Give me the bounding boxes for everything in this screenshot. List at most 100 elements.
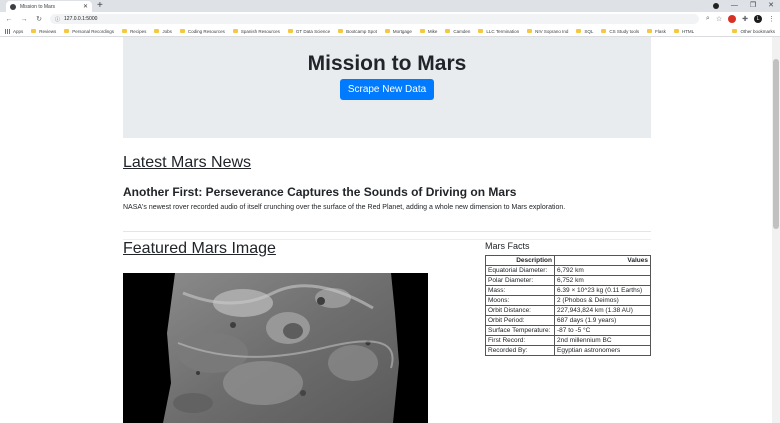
close-icon[interactable]: ✕ bbox=[83, 3, 88, 10]
folder-icon bbox=[384, 29, 390, 33]
folder-icon bbox=[527, 29, 533, 33]
table-row: First Record: 2nd millennium BC bbox=[485, 335, 651, 346]
table-header-row: Description Values bbox=[485, 255, 651, 266]
table-cell: Orbit Period: bbox=[485, 315, 555, 326]
table-cell: 2 (Phobos & Deimos) bbox=[554, 295, 651, 306]
table-cell: 227,943,824 km (1.38 AU) bbox=[554, 305, 651, 316]
folder-icon bbox=[647, 29, 653, 33]
table-cell: Surface Temperature: bbox=[485, 325, 555, 336]
extension-icon[interactable] bbox=[728, 15, 737, 23]
scrollbar-thumb[interactable] bbox=[773, 59, 779, 229]
folder-icon bbox=[64, 29, 70, 33]
table-cell: 2nd millennium BC bbox=[554, 335, 651, 346]
news-paragraph: NASA's newest rover recorded audio of it… bbox=[123, 204, 566, 211]
table-row: Mass: 6.39 × 10^23 kg (0.11 Earths) bbox=[485, 285, 651, 296]
bookmark-item[interactable]: Camden bbox=[445, 29, 470, 34]
column-header: Values bbox=[554, 255, 651, 266]
page-viewport: Mission to Mars Scrape New Data Latest M… bbox=[0, 37, 780, 423]
folder-icon bbox=[478, 29, 484, 33]
bookmark-label: Reviews bbox=[39, 28, 57, 34]
info-icon[interactable]: ⓘ bbox=[55, 16, 60, 23]
folder-icon bbox=[576, 29, 582, 33]
folder-icon bbox=[287, 29, 293, 33]
table-cell: Polar Diameter: bbox=[485, 275, 555, 286]
bookmark-label: Mike bbox=[427, 28, 438, 34]
page-title: Mission to Mars bbox=[307, 52, 467, 75]
bookmark-item[interactable]: Jobs bbox=[154, 29, 172, 34]
table-row: Orbit Distance: 227,943,824 km (1.38 AU) bbox=[485, 305, 651, 316]
browser-tab-strip: Mission to Mars ✕ + — ❐ ✕ bbox=[0, 0, 780, 12]
forward-icon[interactable]: → bbox=[20, 16, 28, 23]
facts-title: Mars Facts bbox=[485, 241, 530, 251]
globe-icon bbox=[10, 3, 16, 10]
menu-icon[interactable]: ⋮ bbox=[768, 15, 775, 23]
folder-icon bbox=[31, 29, 37, 33]
table-row: Surface Temperature: -87 to -5 °C bbox=[485, 325, 651, 336]
bookmark-label: Coding Resources bbox=[187, 28, 225, 34]
bookmark-item[interactable]: Recipes bbox=[122, 29, 146, 34]
bookmark-item[interactable]: CS Study tools bbox=[601, 29, 639, 34]
table-row: Orbit Period: 687 days (1.9 years) bbox=[485, 315, 651, 326]
table-cell: 6,792 km bbox=[554, 265, 651, 276]
bookmark-item[interactable]: Spanish Resources bbox=[232, 28, 280, 34]
column-header: Description bbox=[485, 255, 555, 266]
table-cell: First Record: bbox=[485, 335, 555, 346]
folder-icon bbox=[732, 29, 738, 33]
url-text: 127.0.0.1:5000 bbox=[64, 16, 98, 22]
browser-tab[interactable]: Mission to Mars ✕ bbox=[6, 1, 92, 12]
table-row: Equatorial Diameter: 6,792 km bbox=[485, 265, 651, 276]
jumbotron: Mission to Mars Scrape New Data bbox=[123, 37, 651, 138]
bookmark-item[interactable]: GT Data Science bbox=[287, 29, 330, 34]
table-cell: Orbit Distance: bbox=[485, 305, 555, 316]
browser-toolbar: ← → ↻ ⓘ 127.0.0.1:5000 ⌕ ☆ ✚ L ⋮ bbox=[0, 12, 780, 26]
table-cell: 6.39 × 10^23 kg (0.11 Earths) bbox=[554, 285, 651, 296]
maximize-icon[interactable]: ❐ bbox=[750, 0, 756, 12]
bookmark-label: Spanish Resources bbox=[240, 28, 280, 34]
folder-icon bbox=[179, 29, 185, 33]
bookmark-item[interactable]: Reviews bbox=[31, 29, 56, 34]
bookmark-item[interactable]: LLC Termination bbox=[478, 29, 519, 34]
bookmark-item[interactable]: Personal Recordings bbox=[64, 29, 114, 34]
table-row: Recorded By: Egyptian astronomers bbox=[485, 345, 651, 356]
bookmark-label: Flask bbox=[655, 28, 666, 34]
news-title: Another First: Perseverance Captures the… bbox=[123, 185, 517, 199]
address-bar[interactable]: ⓘ 127.0.0.1:5000 bbox=[50, 14, 699, 24]
scrape-button[interactable]: Scrape New Data bbox=[339, 79, 435, 100]
table-cell: Recorded By: bbox=[485, 345, 555, 356]
other-bookmarks[interactable]: Other bookmarks bbox=[732, 29, 775, 34]
avatar[interactable]: L bbox=[754, 15, 762, 23]
bookmark-item[interactable]: SQL bbox=[576, 29, 593, 34]
bookmark-item[interactable]: Coding Resources bbox=[179, 28, 225, 34]
zoom-icon[interactable]: ⌕ bbox=[706, 15, 710, 23]
record-icon[interactable] bbox=[712, 3, 719, 9]
new-tab-button[interactable]: + bbox=[97, 0, 103, 12]
bookmark-item[interactable]: Apps bbox=[5, 28, 24, 34]
folder-icon bbox=[601, 29, 607, 33]
bookmark-label: Apps bbox=[13, 28, 24, 34]
star-icon[interactable]: ☆ bbox=[716, 15, 722, 23]
extensions-puzzle-icon[interactable]: ✚ bbox=[742, 15, 748, 23]
bookmark-item[interactable]: HTML bbox=[673, 29, 694, 34]
bookmark-item[interactable]: Bootcamp Spot bbox=[338, 29, 377, 34]
bookmark-label: SQL bbox=[584, 28, 594, 34]
bookmark-item[interactable]: NIV Soprano Ind bbox=[527, 29, 568, 34]
bookmark-item[interactable]: Mike bbox=[419, 28, 438, 34]
reload-icon[interactable]: ↻ bbox=[35, 15, 43, 23]
close-window-icon[interactable]: ✕ bbox=[768, 0, 774, 12]
window-controls: — ❐ ✕ bbox=[712, 0, 774, 12]
back-icon[interactable]: ← bbox=[5, 16, 13, 23]
bookmark-label: Jobs bbox=[162, 28, 172, 34]
scrollbar[interactable] bbox=[772, 37, 780, 423]
bookmark-item[interactable]: Mortgage bbox=[384, 28, 412, 34]
minimize-icon[interactable]: — bbox=[731, 0, 738, 12]
mars-facts-table: Description Values Equatorial Diameter: 6… bbox=[485, 255, 651, 356]
bookmark-label: Mortgage bbox=[392, 28, 412, 34]
folder-icon bbox=[338, 29, 344, 33]
table-cell: 6,752 km bbox=[554, 275, 651, 286]
table-row: Polar Diameter: 6,752 km bbox=[485, 275, 651, 286]
table-cell: Equatorial Diameter: bbox=[485, 265, 555, 276]
bookmark-item[interactable]: Flask bbox=[647, 29, 666, 34]
news-heading: Latest Mars News bbox=[123, 154, 252, 171]
bookmark-label: Bootcamp Spot bbox=[346, 28, 377, 34]
table-cell: Moons: bbox=[485, 295, 555, 306]
